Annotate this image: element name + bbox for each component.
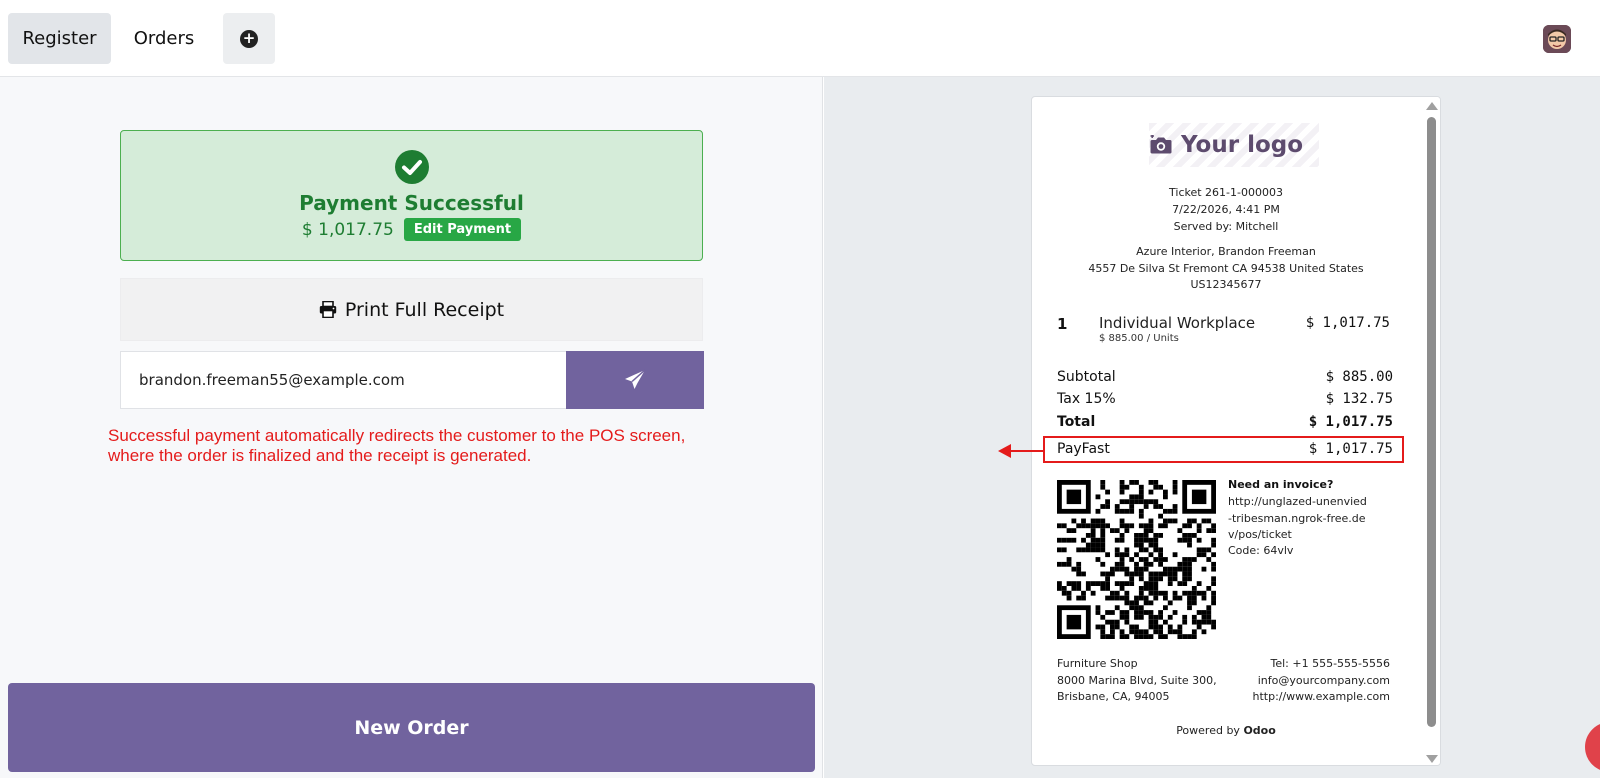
ticket-number: Ticket 261-1-000003 (1169, 186, 1283, 199)
tax-value: $ 132.75 (1325, 391, 1393, 407)
annotation-note: Successful payment automatically redirec… (108, 426, 748, 466)
payment-status-title: Payment Successful (299, 191, 524, 215)
annotation-arrow-line (1010, 450, 1045, 452)
top-navbar: Register Orders + (0, 0, 1600, 77)
payment-success-card: Payment Successful $ 1,017.75 Edit Payme… (120, 130, 703, 261)
send-email-button[interactable] (566, 351, 704, 409)
edit-payment-button[interactable]: Edit Payment (403, 218, 522, 241)
line-item-price: $ 1,017.75 (1305, 315, 1390, 331)
annotation-note-line2: where the order is finalized and the rec… (108, 446, 532, 465)
receipt-preview-panel: Your logo Ticket 261-1-000003 7/22/2026,… (824, 77, 1600, 778)
annotation-note-line1: Successful payment automatically redirec… (108, 426, 686, 445)
shop-info: Furniture Shop 8000 Marina Blvd, Suite 3… (1057, 656, 1217, 706)
tax-label: Tax 15% (1057, 391, 1116, 407)
subtotal-row: Subtotal $ 885.00 (1057, 369, 1393, 385)
avatar-face-icon (1543, 25, 1571, 53)
add-order-button[interactable]: + (223, 13, 275, 64)
paper-plane-icon (625, 369, 646, 389)
email-receipt-group (120, 351, 704, 409)
payfast-highlight-box (1043, 436, 1404, 463)
payment-panel: Payment Successful $ 1,017.75 Edit Payme… (0, 77, 823, 778)
line-item-qty: 1 (1057, 315, 1068, 333)
shop-phone: Tel: +1 555-555-5556 (1270, 657, 1390, 670)
tab-register-label: Register (22, 28, 97, 49)
subtotal-label: Subtotal (1057, 369, 1116, 385)
shop-email: info@yourcompany.com (1257, 673, 1390, 687)
total-value: $ 1,017.75 (1308, 414, 1393, 430)
invoice-url: http://unglazed-unenvied-tribesman.ngrok… (1228, 495, 1367, 541)
line-item-name: Individual Workplace (1099, 314, 1256, 332)
customer-vat: US12345677 (1190, 278, 1262, 291)
served-by: Served by: Mitchell (1173, 220, 1279, 233)
shop-name: Furniture Shop (1057, 657, 1138, 670)
print-receipt-button[interactable]: Print Full Receipt (120, 278, 703, 341)
tab-register[interactable]: Register (8, 13, 111, 64)
total-row: Total $ 1,017.75 (1057, 414, 1393, 430)
shop-website: http://www.example.com (1252, 690, 1390, 703)
invoice-qr-code (1057, 480, 1216, 639)
subtotal-value: $ 885.00 (1325, 369, 1393, 385)
ticket-datetime: 7/22/2026, 4:41 PM (1172, 203, 1280, 216)
user-avatar[interactable] (1543, 25, 1571, 53)
shop-address-line1: 8000 Marina Blvd, Suite 300, (1057, 673, 1217, 687)
invoice-title: Need an invoice? (1228, 478, 1334, 491)
payment-amount: $ 1,017.75 (301, 219, 394, 240)
tab-orders[interactable]: Orders (118, 13, 210, 64)
camera-icon (1150, 135, 1172, 154)
tab-orders-label: Orders (133, 28, 195, 49)
new-order-button[interactable]: New Order (8, 683, 815, 772)
receipt-scroll-thumb[interactable] (1427, 117, 1436, 727)
email-input[interactable] (121, 352, 566, 408)
check-circle-icon (395, 150, 429, 184)
customer-address: 4557 De Silva St Fremont CA 94538 United… (1088, 262, 1364, 275)
print-receipt-label: Print Full Receipt (344, 298, 505, 321)
powered-by-brand: Odoo (1243, 724, 1276, 737)
logo-text: Your logo (1181, 132, 1304, 158)
scroll-up-arrow-icon[interactable] (1426, 102, 1438, 110)
customer-name: Azure Interior, Brandon Freeman (1136, 245, 1316, 258)
shop-address-line2: Brisbane, CA, 94005 (1057, 690, 1170, 703)
invoice-code: Code: 64vlv (1228, 544, 1294, 557)
total-label: Total (1057, 414, 1096, 430)
tax-row: Tax 15% $ 132.75 (1057, 391, 1393, 407)
company-logo: Your logo (1149, 123, 1319, 167)
printer-icon (319, 301, 337, 318)
scroll-down-arrow-icon[interactable] (1426, 755, 1438, 763)
powered-by: Powered by Odoo (1032, 724, 1420, 737)
new-order-label: New Order (354, 716, 469, 739)
receipt-preview: Your logo Ticket 261-1-000003 7/22/2026,… (1031, 96, 1441, 766)
plus-circle-icon: + (240, 29, 258, 48)
line-item-unit-price: $ 885.00 / Units (1099, 333, 1179, 344)
powered-by-prefix: Powered by (1176, 724, 1240, 737)
annotation-arrow-icon (998, 444, 1011, 458)
payment-amount-row: $ 1,017.75 Edit Payment (121, 218, 702, 241)
shop-contact: Tel: +1 555-555-5556 info@yourcompany.co… (1252, 656, 1390, 706)
